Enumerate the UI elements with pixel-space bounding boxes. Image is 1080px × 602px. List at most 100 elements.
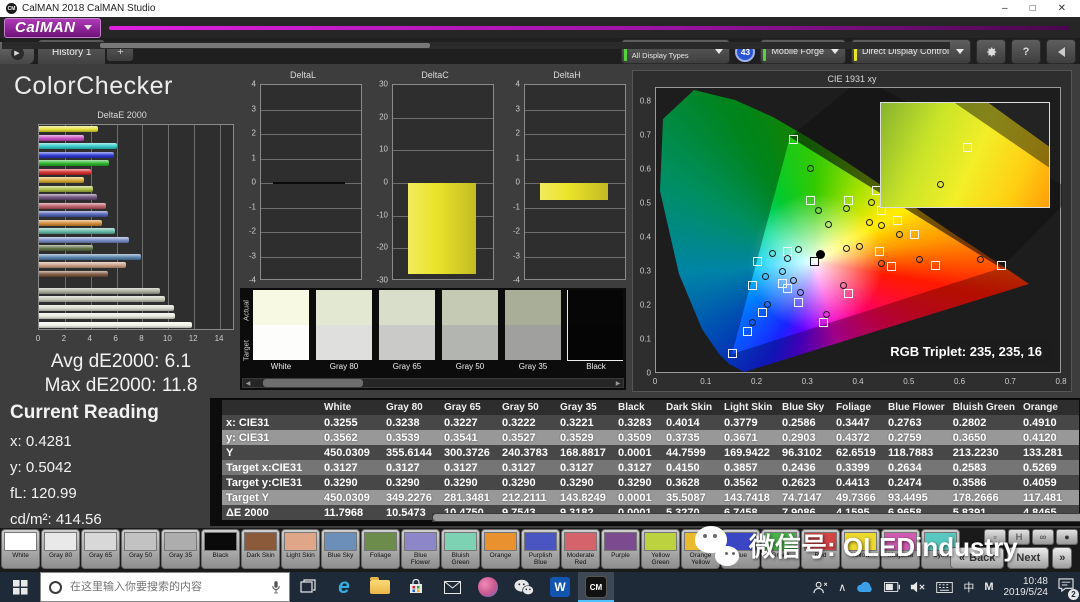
notification-center-button[interactable]: 2 bbox=[1058, 578, 1074, 597]
compare-scrollbar[interactable]: ◀ ▶ bbox=[242, 378, 624, 388]
tool-button[interactable]: ∞ bbox=[1032, 529, 1054, 545]
wechat-button[interactable] bbox=[506, 572, 542, 602]
patch-button[interactable]: Black bbox=[201, 529, 240, 569]
scrollbar-thumb[interactable] bbox=[263, 379, 363, 387]
patch-button[interactable]: Orange Yellow bbox=[681, 529, 720, 569]
onedrive-cloud-icon[interactable] bbox=[856, 581, 874, 593]
edge-button[interactable]: e bbox=[326, 572, 362, 602]
patch-button[interactable]: Blue Flower bbox=[401, 529, 440, 569]
next-button[interactable]: Next bbox=[1007, 547, 1049, 569]
target-square bbox=[783, 284, 792, 293]
collapse-panel-button[interactable] bbox=[1046, 39, 1076, 64]
avg-de2000: Avg dE2000: 6.1 bbox=[0, 350, 242, 374]
people-icon[interactable] bbox=[813, 581, 828, 594]
swatch-label: Black bbox=[568, 362, 623, 371]
ime-indicator[interactable]: 中 bbox=[963, 579, 974, 595]
calman-taskbar-button[interactable]: CM bbox=[578, 572, 614, 602]
close-button[interactable]: ✕ bbox=[1058, 3, 1066, 14]
gridline bbox=[525, 134, 625, 135]
tick-label: 4 bbox=[87, 334, 91, 343]
measured-circle bbox=[866, 219, 873, 226]
measured-circle bbox=[807, 165, 814, 172]
start-button[interactable] bbox=[0, 572, 40, 602]
cie-chart-panel: CIE 1931 xy RGB Triplet: 235, 235, 16 0.… bbox=[632, 70, 1072, 392]
tick-label: 0.3 bbox=[802, 377, 813, 386]
maximize-button[interactable]: □ bbox=[1030, 3, 1036, 14]
store-button[interactable] bbox=[398, 572, 434, 602]
file-explorer-button[interactable] bbox=[362, 572, 398, 602]
patch-button[interactable]: White bbox=[1, 529, 40, 569]
compare-swatch: Black bbox=[568, 290, 623, 371]
taskbar-clock[interactable]: 10:48 2019/5/24 bbox=[1004, 576, 1049, 598]
help-button[interactable]: ? bbox=[1011, 39, 1041, 64]
tick-label: 0.4 bbox=[635, 232, 651, 241]
table-cell: 0.5269 bbox=[1019, 460, 1079, 475]
patch-button[interactable]: Purplish Blue bbox=[521, 529, 560, 569]
volume-muted-icon[interactable] bbox=[910, 581, 926, 593]
word-button[interactable]: W bbox=[542, 572, 578, 602]
patch-button[interactable]: Bluish Green bbox=[441, 529, 480, 569]
target-color bbox=[379, 325, 435, 360]
table-cell: 0.2583 bbox=[949, 460, 1019, 475]
patch-button[interactable]: Foliage bbox=[361, 529, 400, 569]
tray-expand-chevron[interactable]: ∧ bbox=[838, 581, 846, 594]
target-square bbox=[844, 289, 853, 298]
table-cell: 0.0001 bbox=[614, 490, 662, 505]
back-button[interactable]: «Back bbox=[950, 547, 1004, 569]
search-input[interactable] bbox=[70, 581, 263, 593]
scroll-right-icon[interactable]: ▶ bbox=[613, 379, 623, 387]
target-color bbox=[505, 325, 561, 360]
tool-button[interactable]: H bbox=[1008, 529, 1030, 545]
patch-button[interactable]: Light Skin bbox=[281, 529, 320, 569]
calman-menu-button[interactable]: CalMAN bbox=[4, 18, 101, 38]
patch-button[interactable]: Gray 80 bbox=[41, 529, 80, 569]
patch-button[interactable]: Gray 35 bbox=[161, 529, 200, 569]
settings-button[interactable] bbox=[976, 39, 1006, 64]
patch-button[interactable]: Orange bbox=[481, 529, 520, 569]
patch-label: Blue Flower bbox=[404, 552, 437, 566]
task-view-button[interactable] bbox=[290, 572, 326, 602]
patch-button[interactable]: Blue Sky bbox=[321, 529, 360, 569]
scroll-left-icon[interactable]: ◀ bbox=[243, 379, 253, 387]
patch-button[interactable]: Red bbox=[801, 529, 840, 569]
patch-button[interactable]: Magenta bbox=[881, 529, 920, 569]
mail-button[interactable] bbox=[434, 572, 470, 602]
minimize-button[interactable]: – bbox=[1002, 3, 1008, 14]
patch-button[interactable]: Yellow Green bbox=[641, 529, 680, 569]
strip-scrollbar[interactable] bbox=[2, 42, 950, 49]
patch-button[interactable]: Yellow bbox=[841, 529, 880, 569]
patch-button[interactable]: Moderate Red bbox=[561, 529, 600, 569]
pink-app-button[interactable] bbox=[470, 572, 506, 602]
m-tray-icon[interactable]: M bbox=[984, 581, 993, 593]
row-label: x: CIE31 bbox=[222, 415, 320, 430]
compare-swatch: Gray 35 bbox=[505, 290, 561, 371]
tick-label: -1 bbox=[240, 202, 256, 211]
delta-plot bbox=[392, 84, 494, 280]
tick-label: 0.5 bbox=[635, 198, 651, 207]
tick-label: 0.5 bbox=[903, 377, 914, 386]
patch-button[interactable]: Blue bbox=[721, 529, 760, 569]
tick-label: 0.7 bbox=[635, 130, 651, 139]
keyboard-icon[interactable] bbox=[936, 582, 953, 593]
scrollbar-thumb[interactable] bbox=[433, 514, 1080, 521]
tool-button[interactable]: ● bbox=[1056, 529, 1078, 545]
tool-button[interactable]: ▫ bbox=[984, 529, 1006, 545]
measured-circle bbox=[795, 246, 802, 253]
battery-icon[interactable] bbox=[884, 582, 900, 592]
deltaC-chart: DeltaC3020100-10-20-30 bbox=[372, 70, 498, 286]
patch-button[interactable]: Green bbox=[761, 529, 800, 569]
patch-button[interactable]: Purple bbox=[601, 529, 640, 569]
chevron-down-icon bbox=[715, 49, 723, 54]
scrollbar-thumb[interactable] bbox=[100, 43, 430, 48]
patch-button[interactable]: Gray 65 bbox=[81, 529, 120, 569]
taskbar-search[interactable] bbox=[40, 572, 290, 602]
gridline bbox=[261, 208, 361, 209]
target-square bbox=[806, 196, 815, 205]
swatch bbox=[316, 290, 372, 360]
advance-button[interactable]: » bbox=[1052, 547, 1072, 569]
patch-button[interactable]: Gray 50 bbox=[121, 529, 160, 569]
column-header: Gray 80 bbox=[382, 400, 440, 415]
table-cell: 0.4150 bbox=[662, 460, 720, 475]
table-scrollbar[interactable]: ▶ bbox=[432, 513, 1080, 522]
patch-button[interactable]: Dark Skin bbox=[241, 529, 280, 569]
